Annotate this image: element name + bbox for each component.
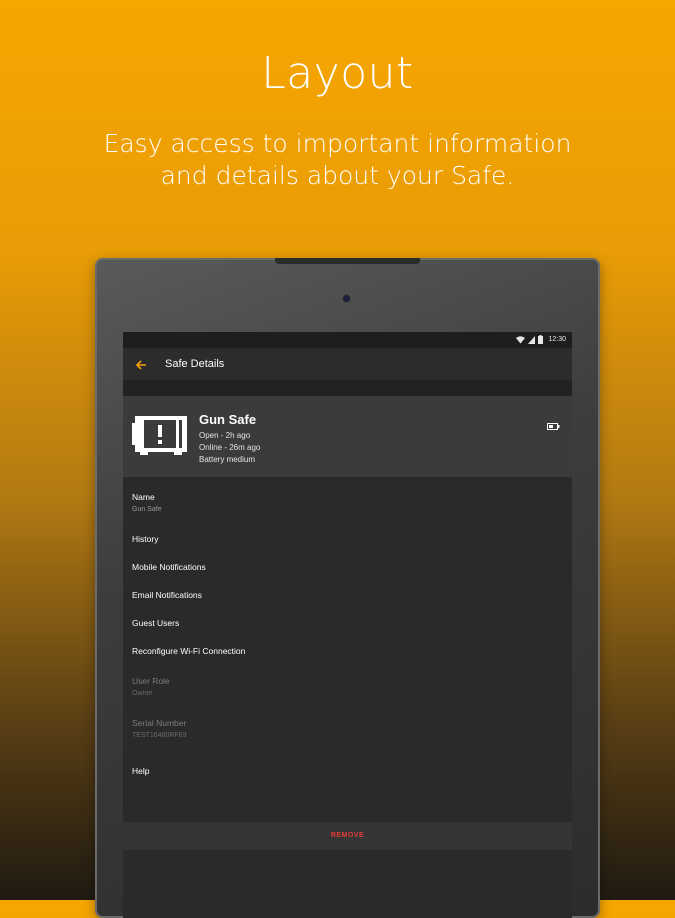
device-name: Gun Safe xyxy=(199,412,257,427)
history-label: History xyxy=(132,534,159,544)
arrow-left-icon[interactable] xyxy=(135,358,147,370)
reconfigure-wifi-label: Reconfigure Wi-Fi Connection xyxy=(132,646,246,656)
cellular-signal-icon xyxy=(528,335,536,344)
safe-alert-icon xyxy=(132,412,190,456)
promo-subline: Easy access to important information and… xyxy=(103,129,572,190)
device-online-status: Online - 26m ago xyxy=(199,443,261,452)
reconfigure-wifi-row[interactable]: Reconfigure Wi-Fi Connection xyxy=(132,646,245,656)
user-role-value: Owner xyxy=(132,690,153,697)
app-screen: 12:30 Safe Details Gun Safe Open - 2h ag… xyxy=(123,332,572,918)
remove-button[interactable]: REMOVE xyxy=(123,822,572,850)
app-toolbar: Safe Details xyxy=(123,348,572,380)
battery-medium-icon xyxy=(547,417,560,435)
history-row[interactable]: History xyxy=(132,534,158,544)
mobile-notifications-row[interactable]: Mobile Notifications xyxy=(132,562,206,572)
user-role-row: User Role Owner xyxy=(132,676,170,697)
serial-number-value: TEST16480RF69 xyxy=(132,732,187,739)
battery-icon xyxy=(538,335,544,344)
name-row[interactable]: Name Gun Safe xyxy=(132,492,162,513)
serial-number-label: Serial Number xyxy=(132,718,187,728)
mobile-notifications-label: Mobile Notifications xyxy=(132,562,206,572)
help-label: Help xyxy=(132,766,150,776)
page-title: Safe Details xyxy=(165,358,225,370)
device-battery-status: Battery medium xyxy=(199,455,256,464)
user-role-label: User Role xyxy=(132,676,170,686)
wifi-icon xyxy=(516,335,526,344)
name-value: Gun Safe xyxy=(132,506,162,513)
status-bar: 12:30 xyxy=(123,332,572,348)
guest-users-label: Guest Users xyxy=(132,618,180,628)
serial-number-row: Serial Number TEST16480RF69 xyxy=(132,718,186,739)
device-open-status: Open - 2h ago xyxy=(199,431,251,440)
email-notifications-label: Email Notifications xyxy=(132,590,202,600)
guest-users-row[interactable]: Guest Users xyxy=(132,618,179,628)
device-summary-card: Gun Safe Open - 2h ago Online - 26m ago … xyxy=(123,396,572,477)
tablet-frame: 12:30 Safe Details Gun Safe Open - 2h ag… xyxy=(95,258,600,918)
email-notifications-row[interactable]: Email Notifications xyxy=(132,590,202,600)
tablet-top-edge xyxy=(275,258,420,264)
promo-headline: Layout xyxy=(261,48,414,99)
status-time: 12:30 xyxy=(548,336,566,343)
toolbar-shadow-strip xyxy=(123,380,572,396)
front-camera xyxy=(343,295,350,302)
name-label: Name xyxy=(132,492,155,502)
help-row[interactable]: Help xyxy=(132,766,149,776)
